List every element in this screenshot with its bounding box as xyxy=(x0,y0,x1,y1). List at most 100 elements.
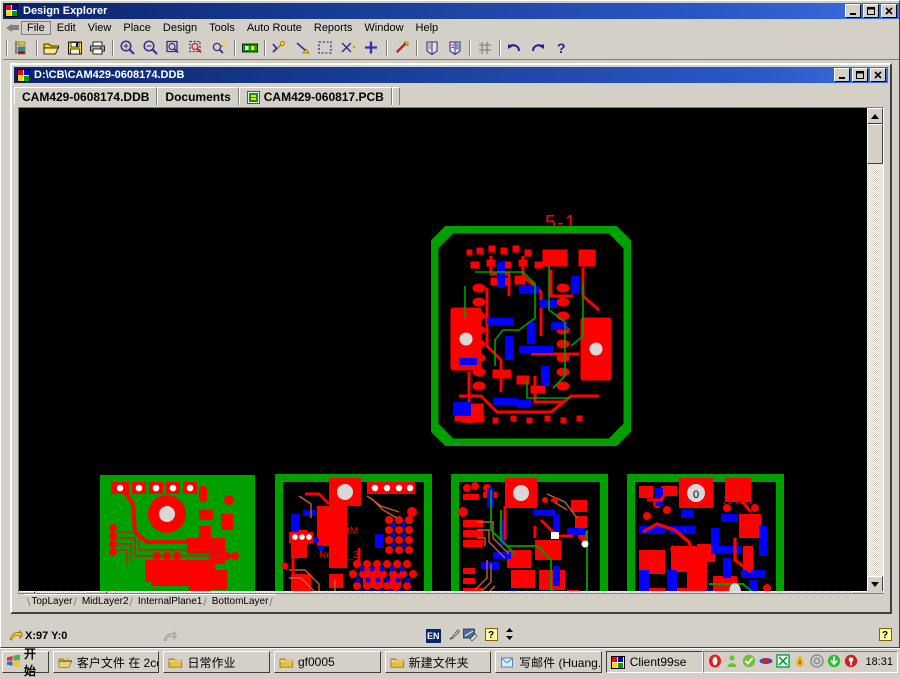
zoom-area-icon[interactable] xyxy=(185,37,208,59)
spiral-icon[interactable] xyxy=(810,654,824,671)
main-pcb-board[interactable] xyxy=(431,226,631,446)
help-question-icon[interactable]: ? xyxy=(878,627,893,645)
tab-pcb[interactable]: CAM429-060817.PCB xyxy=(239,87,392,105)
browse-net-icon[interactable] xyxy=(443,37,466,59)
menu-item-help[interactable]: Help xyxy=(410,21,445,35)
svg-text:?: ? xyxy=(488,630,494,641)
clear-errors-icon[interactable] xyxy=(390,37,413,59)
taskbar-button-label: 客户文件 在 2ce... xyxy=(77,654,160,671)
deselect-icon[interactable] xyxy=(337,37,360,59)
canvas-vertical-scrollbar[interactable] xyxy=(867,108,883,592)
layer-tab-internalplane1[interactable]: InternalPlane1/ xyxy=(136,594,210,608)
toolbar-separator xyxy=(413,38,420,58)
document-window-controls xyxy=(834,68,888,82)
menu-item-view[interactable]: View xyxy=(82,21,118,35)
help-icon[interactable]: ? xyxy=(549,37,572,59)
pcb-board-4[interactable]: 0 4 XASX 4 xyxy=(623,470,788,592)
zoom-document-icon[interactable] xyxy=(162,37,185,59)
taskbar-button-label: 新建文件夹 xyxy=(409,654,469,671)
undo-icon[interactable] xyxy=(503,37,526,59)
document-close-button[interactable] xyxy=(870,68,886,82)
language-indicator[interactable]: EN xyxy=(426,629,441,643)
scroll-up-button[interactable] xyxy=(867,108,883,124)
flame-icon[interactable] xyxy=(793,654,807,671)
layer-tab-bar: \TopLayer/ MidLayer2/ InternalPlane1/ Bo… xyxy=(18,593,884,608)
document-title: D:\CB\CAM429-0608174.DDB xyxy=(34,69,184,81)
menu-item-file[interactable]: File xyxy=(21,21,51,35)
pen-input-icon[interactable] xyxy=(447,627,462,645)
redo-icon[interactable] xyxy=(526,37,549,59)
scroll-down-button[interactable] xyxy=(867,576,883,592)
close-button[interactable] xyxy=(881,4,897,18)
document-minimize-button[interactable] xyxy=(834,68,850,82)
layer-tab-bottomlayer[interactable]: BottomLayer/ xyxy=(210,594,276,608)
minimize-button[interactable] xyxy=(845,4,861,18)
zoom-selected-icon[interactable] xyxy=(208,37,231,59)
taskbar-button-4[interactable]: 新建文件夹 xyxy=(385,651,492,673)
shield-check-icon[interactable] xyxy=(742,654,756,671)
pcb-board-3[interactable] xyxy=(447,470,612,592)
antivirus-icon[interactable] xyxy=(776,654,790,671)
menu-item-design[interactable]: Design xyxy=(157,21,203,35)
pcb-board-1[interactable]: 0 xyxy=(95,470,260,592)
ime-toolbar: EN ? xyxy=(426,627,514,645)
opera-icon[interactable] xyxy=(708,654,722,671)
paste-component-icon[interactable] xyxy=(238,37,261,59)
main-title-bar: Design Explorer xyxy=(3,3,899,19)
pcb-board-2[interactable]: 2 VNORM 1 NetD4_2 xyxy=(271,470,436,592)
taskbar-button-3[interactable]: gf0005 xyxy=(274,651,381,673)
toolbar-separator xyxy=(231,38,238,58)
menu-item-window[interactable]: Window xyxy=(358,21,409,35)
ime-help-icon[interactable]: ? xyxy=(484,627,499,645)
pcb-canvas[interactable]: 5-1 xyxy=(19,108,868,592)
maximize-button[interactable] xyxy=(863,4,879,18)
layer-tab-toplayer[interactable]: \TopLayer/ xyxy=(24,594,80,608)
status-bar: X:97 Y:0 EN ? xyxy=(3,627,899,645)
layer-tab-midlayer2[interactable]: MidLayer2/ xyxy=(80,594,136,608)
zoom-out-icon[interactable] xyxy=(139,37,162,59)
design-explorer-panel-icon[interactable] xyxy=(10,37,33,59)
browse-component-icon[interactable] xyxy=(420,37,443,59)
svg-text:4: 4 xyxy=(735,484,740,494)
tab-pcb-label: CAM429-060817.PCB xyxy=(264,90,384,104)
ime-options-icon[interactable] xyxy=(505,627,514,645)
design-explorer-logo-icon xyxy=(5,4,19,18)
toolbar-separator xyxy=(109,38,116,58)
start-button[interactable]: 开始 xyxy=(2,651,49,673)
taskbar-button-5[interactable]: 写邮件 (Huang.Y... xyxy=(495,651,602,673)
move-selection-icon[interactable] xyxy=(360,37,383,59)
tab-documents[interactable]: Documents xyxy=(157,87,238,105)
menu-item-tools[interactable]: Tools xyxy=(203,21,241,35)
taskbar-button-1[interactable]: 客户文件 在 2ce... xyxy=(53,651,160,673)
taskbar-button-2[interactable]: 日常作业 xyxy=(163,651,270,673)
window-controls xyxy=(845,4,899,18)
folder-icon xyxy=(168,656,183,668)
download-arrow-icon[interactable] xyxy=(827,654,841,671)
select-area-icon[interactable] xyxy=(314,37,337,59)
tab-ddb[interactable]: CAM429-0608174.DDB xyxy=(14,87,157,105)
vertical-scroll-thumb[interactable] xyxy=(867,124,883,164)
print-icon[interactable] xyxy=(86,37,109,59)
document-restore-button[interactable] xyxy=(852,68,868,82)
design-explorer-logo-icon xyxy=(17,69,30,82)
tray-clock[interactable]: 18:31 xyxy=(865,656,893,668)
pcb-canvas-container: 5-1 xyxy=(18,107,884,608)
menu-item-place[interactable]: Place xyxy=(117,21,157,35)
zoom-in-icon[interactable] xyxy=(116,37,139,59)
move-icon[interactable] xyxy=(291,37,314,59)
location-pin-icon[interactable] xyxy=(844,654,858,671)
cut-track-icon[interactable] xyxy=(268,37,291,59)
open-folder-icon[interactable] xyxy=(40,37,63,59)
handwriting-pad-icon[interactable] xyxy=(462,627,479,645)
menu-item-auto-route[interactable]: Auto Route xyxy=(241,21,308,35)
taskbar-button-6[interactable]: Client99se xyxy=(606,651,704,673)
user-green-icon[interactable] xyxy=(725,654,739,671)
folder-open-icon xyxy=(58,656,73,668)
menu-item-reports[interactable]: Reports xyxy=(308,21,359,35)
network-icon[interactable] xyxy=(759,654,773,671)
menu-item-edit[interactable]: Edit xyxy=(51,21,82,35)
save-disk-icon[interactable] xyxy=(63,37,86,59)
document-tab-bar: CAM429-0608174.DDB Documents CAM429-0608… xyxy=(14,85,888,105)
toggle-grid-icon[interactable] xyxy=(473,37,496,59)
menu-drag-handle-icon[interactable] xyxy=(3,21,21,35)
